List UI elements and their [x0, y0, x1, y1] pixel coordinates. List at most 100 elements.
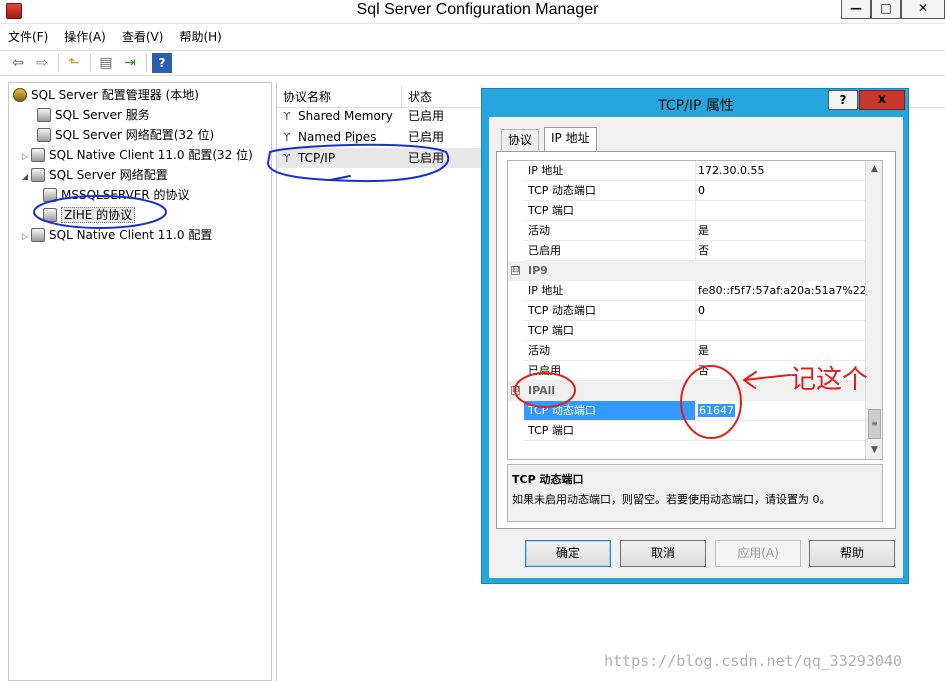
collapse-toggle-icon[interactable]: ⊟ [511, 386, 520, 395]
collapse-toggle-icon[interactable]: ⊟ [511, 266, 520, 275]
property-value[interactable]: fe80::f5f7:57af:a20a:51a7%22 [696, 281, 865, 301]
description-title: TCP 动态端口 [512, 473, 584, 486]
tree-item-zihe-protocols[interactable]: ZIHE 的协议 [43, 205, 136, 225]
properties-icon[interactable]: ▤ [96, 53, 116, 73]
menu-view[interactable]: 查看(V) [114, 27, 172, 47]
dialog-close-button[interactable]: x [859, 90, 905, 110]
grid-row[interactable]: 已启用否 [508, 241, 865, 261]
tree-root-label: SQL Server 配置管理器 (本地) [31, 88, 199, 102]
tree-item-native-client-32[interactable]: ▷ SQL Native Client 11.0 配置(32 位) [19, 145, 253, 165]
tree-item-network-config[interactable]: ◢ SQL Server 网络配置 [19, 165, 168, 185]
grid-row[interactable]: TCP 端口 [508, 421, 865, 441]
grid-row-selected[interactable]: TCP 动态端口 61647 [508, 401, 865, 421]
grid-row[interactable]: TCP 动态端口 0 [508, 301, 865, 321]
network-config-icon [31, 168, 45, 182]
list-row-tcpip[interactable]: ϒ TCP/IP 已启用 [277, 148, 497, 168]
grid-row[interactable]: TCP 端口 [508, 201, 865, 221]
property-key: 已启用 [524, 241, 696, 261]
category-label: IP9 [524, 261, 696, 281]
grid-row[interactable]: IP 地址 172.30.0.55 [508, 161, 865, 181]
description-text: 如果未启用动态端口，则留空。若要使用动态端口，请设置为 0。 [512, 493, 831, 506]
dialog-help-button[interactable]: ? [828, 90, 858, 110]
property-value[interactable]: 是 [696, 341, 865, 361]
scroll-thumb[interactable]: ≡ [868, 409, 881, 439]
scroll-down-icon[interactable]: ▼ [866, 442, 882, 459]
property-value[interactable]: 是 [696, 221, 865, 241]
tcp-dynamic-port-value[interactable]: 61647 [698, 404, 735, 417]
expand-arrow-icon[interactable]: ▷ [19, 147, 31, 167]
property-value[interactable]: 0 [696, 181, 865, 201]
column-header-status[interactable]: 状态 [402, 86, 482, 108]
protocol-name: Named Pipes [298, 130, 377, 144]
forward-arrow-icon[interactable]: ⇨ [32, 53, 52, 73]
property-grid: IP 地址 172.30.0.55 TCP 动态端口 0 TCP 端口 活动是 已启… [507, 160, 883, 460]
property-key: IP 地址 [524, 161, 696, 181]
grid-category-ipall[interactable]: ⊟ IPAll [508, 381, 865, 401]
menu-help[interactable]: 帮助(H) [171, 27, 229, 47]
apply-button[interactable]: 应用(A) [715, 540, 801, 567]
tree-item-native-client[interactable]: ▷ SQL Native Client 11.0 配置 [19, 225, 212, 245]
property-value-field[interactable]: 61647 [696, 401, 865, 421]
property-key: 已启用 [524, 361, 696, 381]
grid-category-ip9[interactable]: ⊟ IP9 [508, 261, 865, 281]
property-key: TCP 动态端口 [524, 401, 696, 421]
collapse-arrow-icon[interactable]: ◢ [19, 167, 31, 187]
column-header-protocol-name[interactable]: 协议名称 [277, 86, 402, 108]
tab-ip-addresses[interactable]: IP 地址 [544, 127, 597, 152]
menu-action[interactable]: 操作(A) [56, 27, 114, 47]
tree-item-label: SQL Native Client 11.0 配置(32 位) [49, 148, 253, 162]
tree-item-label: SQL Server 网络配置 [49, 168, 168, 182]
grid-row[interactable]: TCP 端口 [508, 321, 865, 341]
property-key: TCP 端口 [524, 201, 696, 221]
protocol-name: TCP/IP [298, 151, 336, 165]
property-key: IP 地址 [524, 281, 696, 301]
export-icon[interactable]: ⇥ [120, 53, 140, 73]
protocol-status: 已启用 [408, 109, 445, 123]
tree-item-sql-server-services[interactable]: SQL Server 服务 [25, 105, 150, 125]
scroll-up-icon[interactable]: ▲ [866, 161, 882, 178]
property-value[interactable]: 172.30.0.55 [696, 161, 865, 181]
protocol-status: 已启用 [408, 130, 445, 144]
menu-file[interactable]: 文件(F) [0, 27, 56, 47]
tab-protocol[interactable]: 协议 [501, 129, 540, 151]
toolbar: ⇦ ⇨ ⬑ ▤ ⇥ ? [0, 50, 945, 76]
grid-row[interactable]: TCP 动态端口 0 [508, 181, 865, 201]
property-value[interactable] [696, 321, 865, 341]
property-value[interactable]: 0 [696, 301, 865, 321]
tree-item-mssqlserver-protocols[interactable]: MSSQLSERVER 的协议 [43, 185, 190, 205]
property-key: 活动 [524, 341, 696, 361]
protocol-status: 已启用 [408, 151, 445, 165]
back-arrow-icon[interactable]: ⇦ [8, 53, 28, 73]
grid-scrollbar[interactable]: ▲ ≡ ▼ [865, 161, 882, 459]
tree-item-network-config-32[interactable]: SQL Server 网络配置(32 位) [25, 125, 214, 145]
minimize-button[interactable]: — [841, 0, 871, 19]
ok-button[interactable]: 确定 [525, 540, 611, 567]
property-value[interactable]: 否 [696, 361, 865, 381]
protocols-icon [43, 208, 57, 222]
window-controls: — □ ✕ [841, 0, 945, 19]
toolbar-separator [58, 54, 59, 72]
property-key: TCP 动态端口 [524, 181, 696, 201]
services-icon [37, 108, 51, 122]
close-button[interactable]: ✕ [901, 0, 945, 19]
maximize-button[interactable]: □ [871, 0, 901, 19]
grid-row[interactable]: 活动是 [508, 341, 865, 361]
grid-row[interactable]: IP 地址 fe80::f5f7:57af:a20a:51a7%22 [508, 281, 865, 301]
grid-row[interactable]: 已启用否 [508, 361, 865, 381]
property-value[interactable] [696, 421, 865, 441]
up-folder-icon[interactable]: ⬑ [64, 53, 84, 73]
protocol-icon: ϒ [283, 131, 291, 144]
tree-root[interactable]: SQL Server 配置管理器 (本地) [13, 85, 199, 105]
native-client-icon [31, 148, 45, 162]
grid-row[interactable]: 活动是 [508, 221, 865, 241]
watermark: https://blog.csdn.net/qq_33293040 [604, 652, 903, 670]
toolbar-separator [146, 54, 147, 72]
help-icon[interactable]: ? [152, 53, 172, 73]
property-value[interactable]: 否 [696, 241, 865, 261]
cancel-button[interactable]: 取消 [620, 540, 706, 567]
network-config-icon [37, 128, 51, 142]
help-button[interactable]: 帮助 [809, 540, 895, 567]
property-value[interactable] [696, 201, 865, 221]
expand-arrow-icon[interactable]: ▷ [19, 227, 31, 247]
property-key: 活动 [524, 221, 696, 241]
